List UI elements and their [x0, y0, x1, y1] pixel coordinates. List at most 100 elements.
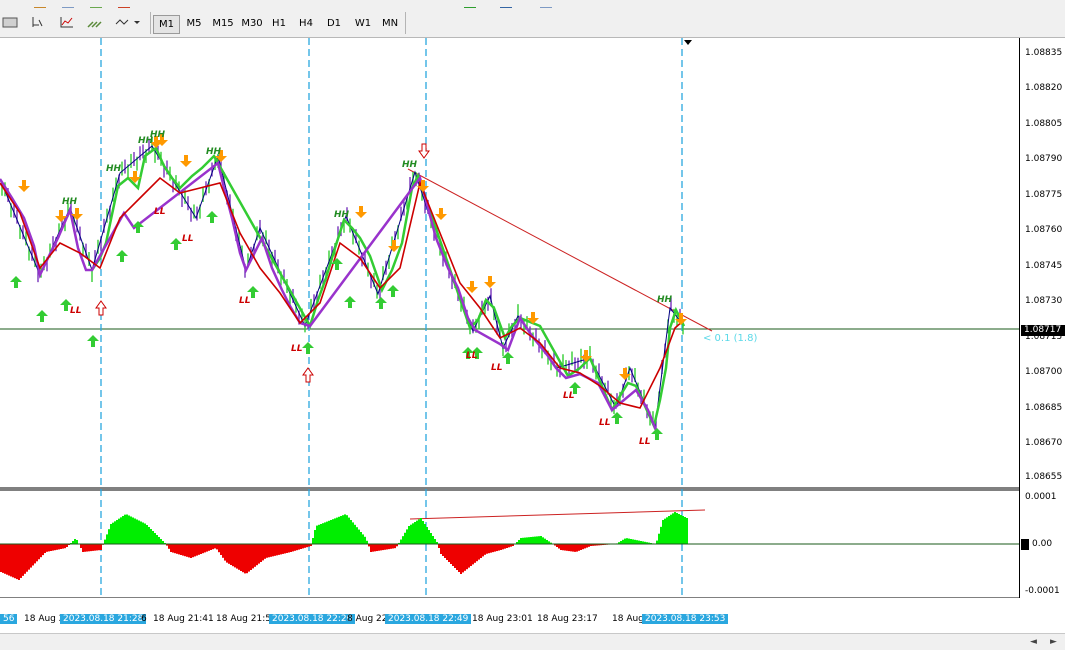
histogram-bar	[52, 544, 54, 551]
histogram-bar	[570, 544, 572, 551]
histogram-bar	[404, 533, 406, 544]
time-highlight: 2023.08.18 21:28	[60, 614, 146, 624]
histogram-bar	[268, 544, 270, 557]
histogram-bar	[290, 544, 292, 552]
histogram-bar	[314, 530, 316, 544]
histogram-bar	[258, 544, 260, 564]
histogram-bar	[362, 534, 364, 544]
histogram-bar	[502, 544, 504, 549]
histogram-bar	[298, 544, 300, 550]
indicators-dropdown-icon[interactable]	[114, 14, 132, 30]
histogram-bar	[664, 519, 666, 544]
price-tick: 1.08670	[1025, 438, 1062, 448]
histogram-bar	[300, 544, 302, 549]
histogram-bar	[686, 518, 688, 544]
histogram-bar	[10, 544, 12, 576]
histogram-bar	[564, 544, 566, 551]
histogram-bar	[36, 544, 38, 561]
histogram-bar	[496, 544, 498, 551]
histogram-bar	[636, 540, 638, 544]
histogram-bar	[58, 544, 60, 549]
histogram-bar	[534, 537, 536, 544]
histogram-bar	[462, 544, 464, 572]
horizontal-scrollbar[interactable]: ◄ ►	[0, 633, 1065, 650]
histogram-bar	[50, 544, 52, 551]
vertical-time-lines	[101, 38, 682, 598]
time-label: 56	[0, 614, 17, 624]
tf-m5[interactable]: M5	[182, 15, 206, 32]
histogram-bar	[582, 544, 584, 549]
scroll-right-icon[interactable]: ►	[1050, 637, 1057, 647]
histogram-bar	[20, 544, 22, 578]
histogram-bar	[120, 517, 122, 544]
histogram-bar	[578, 544, 580, 551]
histogram-bar	[630, 539, 632, 544]
current-price-badge: 1.08717	[1021, 325, 1065, 336]
histogram-bar	[674, 512, 676, 544]
histogram-bar	[118, 519, 120, 544]
histogram-bar	[670, 515, 672, 544]
histogram-bar	[444, 544, 446, 558]
histogram-bar	[152, 531, 154, 544]
price-scale: 1.08835 1.08820 1.08805 1.08790 1.08775 …	[1019, 38, 1065, 598]
histogram-bar	[88, 544, 90, 551]
bar-chart-icon[interactable]	[2, 14, 20, 30]
down-arrow-icon	[466, 281, 478, 293]
histogram-bar	[280, 544, 282, 554]
ll-labels: LL LL LL LL LL LL LL LL LL LL	[70, 207, 651, 447]
up-arrow-icon	[375, 297, 387, 309]
histogram-bar	[358, 530, 360, 544]
histogram-bar	[440, 544, 442, 554]
histogram-bar	[98, 544, 100, 550]
histogram-bar	[276, 544, 278, 555]
zoom-icon[interactable]	[86, 14, 104, 30]
histogram-bar	[380, 544, 382, 550]
outline-up-arrow	[96, 301, 106, 315]
histogram-bar	[260, 544, 262, 562]
price-tick: 1.08685	[1025, 403, 1062, 413]
scroll-left-icon[interactable]: ◄	[1030, 637, 1037, 647]
tf-m1[interactable]: M1	[153, 15, 180, 34]
tf-d1[interactable]: D1	[323, 15, 345, 32]
histogram-bar	[370, 544, 372, 552]
price-chart[interactable]: HH HH HH HH HH HH HH HH LL LL LL LL LL L…	[0, 38, 1019, 488]
time-label: 18 Aug 23:17	[537, 614, 598, 624]
histogram-bar	[372, 544, 374, 552]
tf-h4[interactable]: H4	[295, 15, 317, 32]
candle-chart-icon[interactable]	[30, 14, 48, 30]
histogram-bar	[632, 539, 634, 544]
histogram-bar	[286, 544, 288, 553]
histogram-bar	[492, 544, 494, 552]
time-label: 18 Aug 2	[24, 614, 64, 624]
histogram-bar	[460, 544, 462, 574]
line-chart-icon[interactable]	[58, 14, 76, 30]
histogram-bar	[626, 538, 628, 544]
chart-canvas: HH HH HH HH HH HH HH HH LL LL LL LL LL L…	[0, 38, 1019, 598]
histogram-bar	[470, 544, 472, 566]
down-arrow-icon	[180, 155, 192, 167]
histogram-bar	[586, 544, 588, 548]
histogram-bar	[458, 544, 460, 572]
histogram-bar	[682, 516, 684, 544]
histogram-bar	[336, 518, 338, 544]
resistance-trendline	[408, 169, 712, 331]
histogram-bar	[338, 517, 340, 544]
tf-w1[interactable]: W1	[351, 15, 375, 32]
histogram-bar	[566, 544, 568, 551]
histogram-bar	[400, 540, 402, 544]
histogram-bar	[676, 513, 678, 544]
tf-m30[interactable]: M30	[238, 15, 266, 32]
histogram-bar	[678, 514, 680, 544]
histogram-bar	[426, 527, 428, 544]
histogram-bar	[168, 544, 170, 549]
histogram-bar	[54, 544, 56, 550]
histogram-bar	[584, 544, 586, 548]
bull-line	[92, 148, 684, 426]
tf-h1[interactable]: H1	[268, 15, 290, 32]
tf-m15[interactable]: M15	[209, 15, 237, 32]
histogram-bar	[42, 544, 44, 555]
histogram-bar	[352, 522, 354, 544]
histogram-bar	[574, 544, 576, 552]
tf-mn[interactable]: MN	[378, 15, 402, 32]
histogram-bar	[16, 544, 18, 579]
